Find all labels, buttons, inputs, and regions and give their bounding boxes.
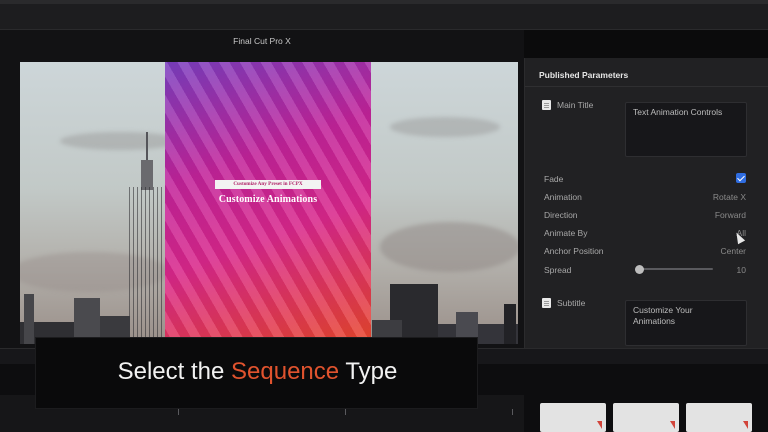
main-title-field[interactable]: Text Animation Controls [625, 102, 747, 157]
thumbnail-badge-icon [597, 421, 602, 429]
window-title: Final Cut Pro X [233, 36, 291, 46]
ruler-tick [178, 409, 179, 415]
caption-box: Select the Sequence Type [35, 337, 478, 409]
caption-text: Select the Sequence Type [36, 358, 479, 386]
subtitle-line2: Animations [633, 316, 676, 326]
top-toolbar [0, 0, 768, 30]
spread-label: Spread [544, 265, 572, 275]
empire-state-building [129, 187, 165, 344]
cloud [390, 117, 500, 137]
building [504, 304, 516, 344]
cloud [380, 222, 518, 272]
subtitle-label: Subtitle [557, 298, 586, 308]
subtitle-line1: Customize Your [633, 305, 693, 315]
animation-label: Animation [544, 192, 582, 202]
thumbnail-badge-icon [670, 421, 675, 429]
spread-slider-knob[interactable] [635, 265, 644, 274]
ruler-tick [345, 409, 346, 415]
subtitle-field[interactable]: Customize Your Animations [625, 300, 747, 346]
spread-value: 10 [736, 265, 746, 275]
anchor-position-label: Anchor Position [544, 246, 604, 256]
checkbox-icon[interactable] [542, 298, 551, 308]
fade-checkbox[interactable] [736, 173, 746, 183]
ruler-tick [512, 409, 513, 415]
building [146, 132, 148, 162]
preset-thumbnail[interactable] [686, 403, 752, 432]
preset-thumbnail[interactable] [613, 403, 679, 432]
inspector-header: Published Parameters [539, 70, 629, 80]
thumbnail-badge-icon [743, 421, 748, 429]
preset-thumbnail[interactable] [540, 403, 606, 432]
inspector-panel: Published Parameters Main Title Text Ani… [524, 58, 768, 348]
caption-after: Type [339, 358, 398, 385]
building [24, 294, 34, 344]
animation-value[interactable]: Rotate X [713, 192, 746, 202]
animate-by-label: Animate By [544, 228, 588, 238]
checkbox-icon[interactable] [542, 100, 551, 110]
promo-overlay: Customize Any Preset in FCPX Customize A… [165, 62, 371, 344]
building [141, 160, 153, 190]
direction-value[interactable]: Forward [715, 210, 746, 220]
caption-accent: Sequence [231, 358, 340, 385]
caption-before: Select the [117, 358, 232, 385]
main-title-label: Main Title [557, 100, 594, 110]
video-canvas[interactable]: Customize Any Preset in FCPX Customize A… [20, 62, 518, 344]
cloud [60, 132, 180, 150]
anchor-position-value[interactable]: Center [720, 246, 746, 256]
main-title-value: Text Animation Controls [633, 107, 723, 117]
spread-slider-track[interactable] [637, 268, 713, 270]
fade-label: Fade [544, 174, 564, 184]
direction-label: Direction [544, 210, 578, 220]
promo-heading: Customize Animations [218, 194, 318, 205]
toolbar-stripe [0, 0, 768, 4]
divider [525, 86, 768, 87]
promo-banner: Customize Any Preset in FCPX [215, 180, 321, 189]
